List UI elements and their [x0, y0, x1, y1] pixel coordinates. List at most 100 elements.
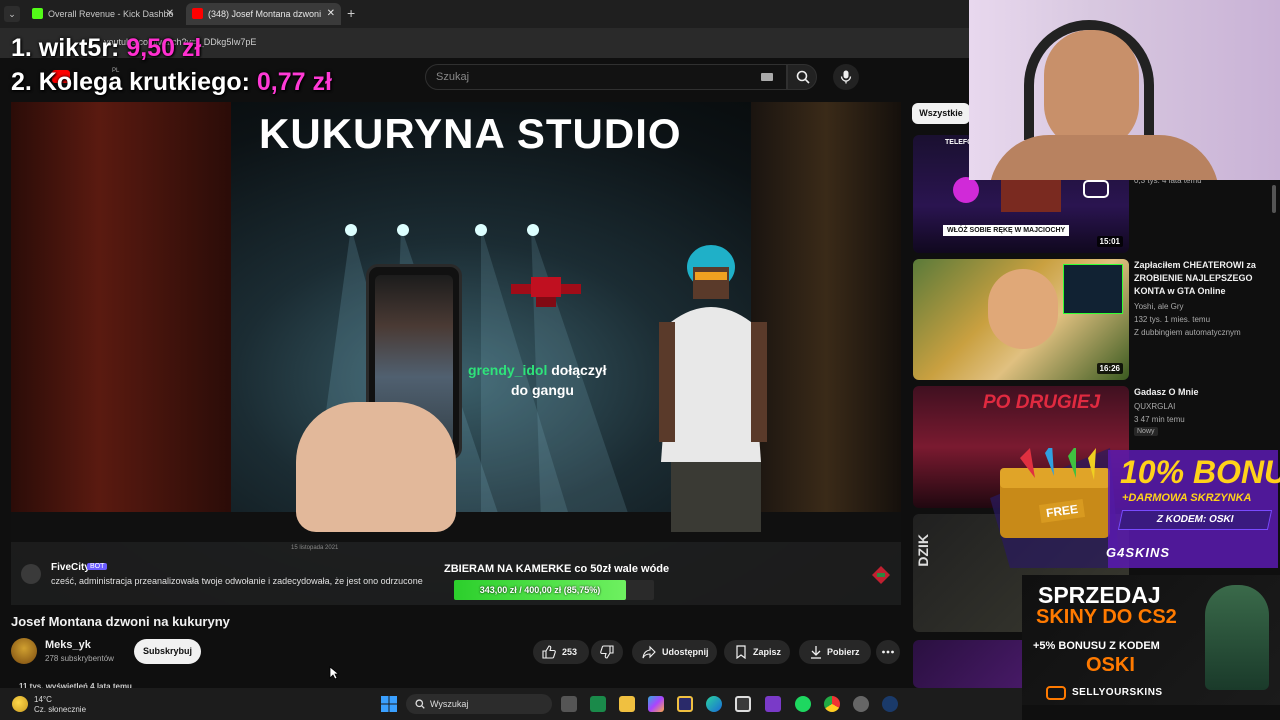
browser-tab-bar: ⌄ Overall Revenue - Kick Dashbo ✕ (348) …	[0, 0, 970, 28]
chat-bot-badge: BOT	[87, 563, 108, 570]
new-badge: Nowy	[1134, 427, 1158, 436]
search-input[interactable]: Szukaj	[425, 64, 787, 90]
bonus-percent: 10% BONUS	[1120, 454, 1280, 490]
new-tab-button[interactable]: +	[347, 5, 355, 21]
share-button[interactable]: Udostępnij	[632, 640, 717, 664]
tab-list-button[interactable]: ⌄	[4, 6, 20, 22]
taskbar-search-label: Wyszukaj	[430, 699, 469, 709]
weather-description[interactable]: Cz. słonecznie	[34, 705, 86, 714]
thumb-caption: PO DRUGIEJ	[983, 392, 1101, 413]
tab-youtube-video[interactable]: (348) Josef Montana dzwoni ✕	[186, 3, 341, 25]
weather-temperature[interactable]: 14°C	[34, 695, 52, 704]
like-count: 253	[562, 647, 578, 657]
search-icon	[415, 699, 425, 709]
streamer-face	[1044, 30, 1139, 150]
store-icon[interactable]	[735, 696, 751, 712]
tab-title: (348) Josef Montana dzwoni	[208, 9, 322, 19]
edge-icon[interactable]	[706, 696, 722, 712]
copilot-icon[interactable]	[648, 696, 664, 712]
g4skins-brand: G4SKINS	[1106, 545, 1171, 560]
camera-icon	[1083, 180, 1109, 198]
donor-1-label: 1. wikt5r:	[11, 34, 127, 62]
channel-name[interactable]: Meks_yk	[45, 639, 91, 651]
close-tab-icon[interactable]: ✕	[327, 3, 335, 25]
video-player[interactable]: KUKURYNA STUDIO grendy_idol dołączył do …	[11, 102, 901, 605]
character-graphic	[659, 245, 767, 532]
goal-title: ZBIERAM NA KAMERKE co 50zł wale wóde	[444, 563, 670, 575]
app-icon-green[interactable]	[590, 696, 606, 712]
app-icon-purple[interactable]	[765, 696, 781, 712]
phone-call-icon	[953, 177, 979, 203]
app-icon-settings[interactable]	[853, 696, 869, 712]
like-button[interactable]: 253	[533, 640, 589, 664]
search-button[interactable]	[787, 64, 817, 90]
studio-title: KUKURYNA STUDIO	[259, 110, 682, 157]
chat-date: 15 listopada 2021	[291, 545, 339, 551]
bonus-subtitle: +DARMOWA SKRZYNKA	[1122, 492, 1252, 504]
share-label: Udostępnij	[662, 647, 709, 657]
keyboard-icon[interactable]	[761, 73, 773, 81]
mouse-cursor-icon	[329, 666, 339, 680]
share-icon	[642, 645, 656, 659]
related-video-dub-2: Z dubbingiem automatycznym	[1134, 328, 1241, 337]
dislike-button[interactable]	[591, 640, 623, 664]
task-view-icon[interactable]	[561, 696, 577, 712]
close-tab-icon[interactable]: ✕	[166, 3, 174, 25]
related-video-thumb-2[interactable]: 16:26	[913, 259, 1129, 380]
sidebar-scrollbar[interactable]	[1272, 185, 1276, 213]
hand-graphic	[296, 402, 456, 532]
thumb-face-image	[988, 269, 1058, 349]
donor-2-amount: 0,77 zł	[256, 68, 332, 96]
pixel-bat-icon	[511, 277, 581, 307]
taskbar-search[interactable]: Wyszukaj	[406, 694, 552, 714]
subscribe-button[interactable]: Subskrybuj	[134, 639, 201, 664]
related-video-title-3[interactable]: Gadasz O Mnie	[1134, 386, 1269, 399]
sell-brand: SELLYOURSKINS	[1072, 687, 1163, 698]
youtube-icon	[192, 8, 203, 19]
microphone-icon	[840, 70, 852, 84]
mascot-graphic	[1205, 585, 1269, 690]
chat-username: FiveCity	[51, 562, 90, 573]
channel-emblem-icon	[872, 566, 890, 584]
sell-code: OSKI	[1086, 654, 1135, 676]
thumb-tractor-image	[1001, 180, 1061, 212]
sell-bonus: +5% BONUSU Z KODEM	[1033, 640, 1160, 652]
chat-avatar	[21, 564, 41, 584]
goal-progress-bar: 343,00 zł / 400,00 zł (85,75%)	[454, 580, 654, 600]
chip-all[interactable]: Wszystkie	[912, 103, 970, 124]
kick-icon	[32, 8, 43, 19]
related-video-meta-3: 3 47 min temu	[1134, 415, 1185, 424]
chat-message: cześć, administracja przeanalizowała two…	[51, 576, 423, 586]
thumb-caption: WŁÓŻ SOBIE RĘKĘ W MAJCIOCHY	[943, 225, 1070, 236]
voice-search-button[interactable]	[833, 64, 859, 90]
donation-line-2: 2. Kolega krutkiego: 0,77 zł	[11, 68, 332, 97]
donation-line-1: 1. wikt5r: 9,50 zł	[11, 34, 201, 63]
more-actions-button[interactable]	[876, 640, 900, 664]
tab-kick-dashboard[interactable]: Overall Revenue - Kick Dashbo ✕	[26, 3, 180, 25]
donor-1-amount: 9,50 zł	[126, 34, 202, 62]
spotify-icon[interactable]	[795, 696, 811, 712]
download-button[interactable]: Pobierz	[799, 640, 871, 664]
chrome-icon[interactable]	[824, 696, 840, 712]
download-icon	[811, 646, 821, 659]
video-duration: 15:01	[1096, 236, 1123, 247]
save-button[interactable]: Zapisz	[724, 640, 790, 664]
goal-progress-text: 343,00 zł / 400,00 zł (85,75%)	[479, 585, 601, 595]
tab-title: Overall Revenue - Kick Dashbo	[48, 9, 174, 19]
thumbs-up-icon	[542, 645, 556, 659]
streamer-shoulder	[989, 135, 1219, 180]
sellyourskins-logo-icon	[1046, 686, 1066, 700]
windows-start-icon[interactable]	[381, 696, 397, 712]
thumbs-down-icon	[600, 645, 614, 659]
related-video-meta-2: 132 tys. 1 mies. temu	[1134, 315, 1211, 324]
join-alert-nick: grendy_idol	[468, 362, 548, 378]
app-icon-yellow[interactable]	[677, 696, 693, 712]
file-explorer-icon[interactable]	[619, 696, 635, 712]
steam-icon[interactable]	[882, 696, 898, 712]
channel-avatar[interactable]	[11, 638, 37, 664]
related-video-title-2[interactable]: Zapłaciłem CHEATEROWI za ZROBIENIE NAJLE…	[1134, 259, 1269, 298]
thumb-side-text: DZIK	[915, 534, 931, 567]
bookmark-icon	[736, 645, 746, 659]
weather-icon	[12, 696, 28, 712]
sell-title: SPRZEDAJ	[1038, 582, 1161, 608]
